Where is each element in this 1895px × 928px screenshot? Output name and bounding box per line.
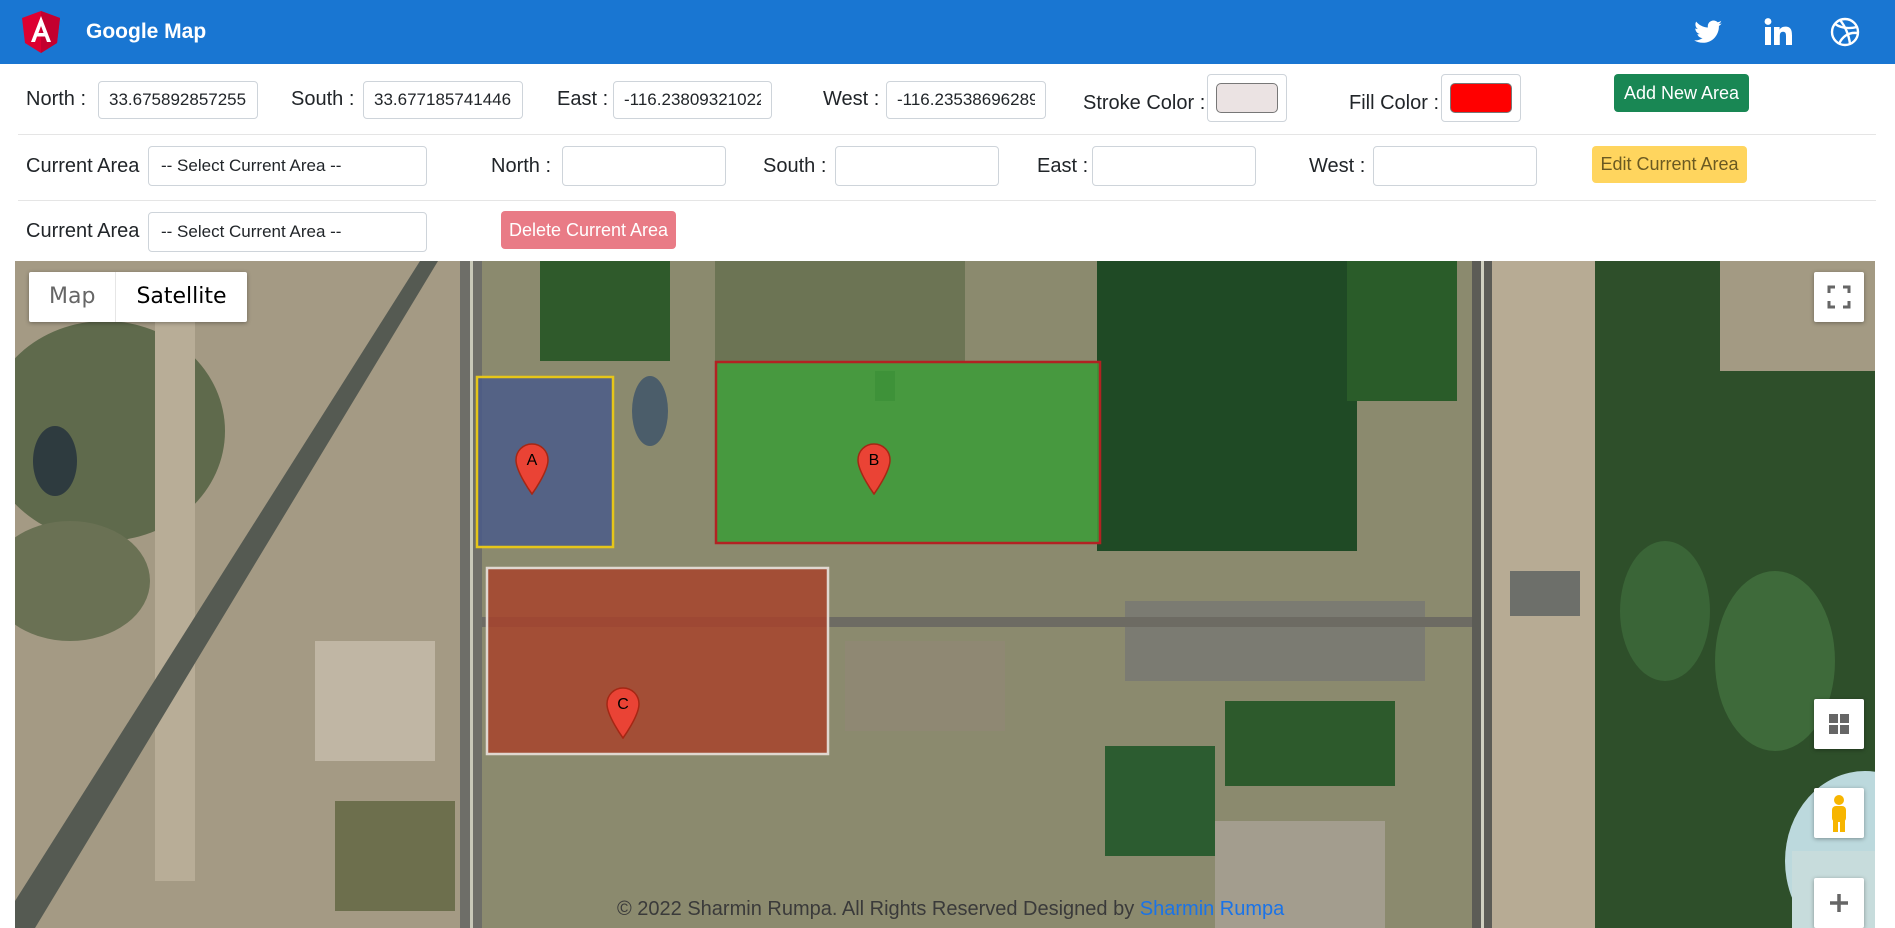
edit-current-area-button[interactable]: Edit Current Area (1592, 146, 1747, 183)
north-label: North : (26, 88, 87, 110)
brand-title[interactable]: Google Map (86, 0, 206, 64)
area-polygon-c[interactable] (485, 566, 830, 756)
zoom-in-button[interactable] (1814, 878, 1864, 928)
current-area-select-delete[interactable]: -- Select Current Area -- (148, 212, 427, 252)
divider (18, 134, 1876, 135)
fill-color-swatch (1450, 83, 1512, 113)
edit-west-input[interactable] (1373, 146, 1537, 186)
edit-east-input[interactable] (1092, 146, 1256, 186)
marker-c-label: C (617, 696, 629, 713)
east-label: East : (557, 88, 609, 110)
linkedin-icon[interactable] (1762, 16, 1794, 48)
south-label: South : (291, 88, 355, 110)
marker-a[interactable]: A (515, 443, 549, 495)
divider (18, 200, 1876, 201)
edit-east-label: East : (1037, 155, 1089, 177)
zoom-in-icon (1830, 894, 1848, 912)
stroke-color-picker[interactable] (1207, 74, 1287, 122)
fill-color-label: Fill Color : (1349, 92, 1440, 114)
footer-copyright: © 2022 Sharmin Rumpa. All Rights Reserve… (617, 898, 1284, 921)
map-type-control: Map Satellite (29, 272, 247, 322)
dribbble-icon[interactable] (1829, 16, 1861, 48)
south-input[interactable] (363, 81, 523, 119)
satellite-imagery (15, 261, 1875, 928)
west-input[interactable] (886, 81, 1046, 119)
footer-text: © 2022 Sharmin Rumpa. All Rights Reserve… (617, 898, 1135, 920)
east-input[interactable] (613, 81, 772, 119)
marker-b[interactable]: B (857, 443, 891, 495)
delete-current-area-button[interactable]: Delete Current Area (501, 211, 676, 249)
edit-north-input[interactable] (562, 146, 726, 186)
add-new-area-button[interactable]: Add New Area (1614, 74, 1749, 112)
stroke-color-label: Stroke Color : (1083, 92, 1206, 114)
area-polygon-b[interactable] (714, 360, 1102, 545)
marker-c[interactable]: C (606, 687, 640, 739)
fullscreen-button[interactable] (1814, 272, 1864, 322)
north-input[interactable] (98, 81, 258, 119)
pegman-icon (1832, 795, 1846, 832)
current-area-select-edit[interactable]: -- Select Current Area -- (148, 146, 427, 186)
fill-color-picker[interactable] (1441, 74, 1521, 122)
twitter-icon[interactable] (1692, 16, 1724, 48)
edit-south-label: South : (763, 155, 827, 177)
map-type-satellite-button[interactable]: Satellite (116, 272, 246, 322)
map-type-map-button[interactable]: Map (29, 272, 117, 322)
west-label: West : (823, 88, 880, 110)
stroke-color-swatch (1216, 83, 1278, 113)
layers-button[interactable] (1814, 699, 1864, 749)
edit-north-label: North : (491, 155, 552, 177)
edit-south-input[interactable] (835, 146, 999, 186)
marker-b-label: B (868, 452, 880, 469)
fullscreen-icon (1827, 285, 1851, 309)
street-view-button[interactable] (1814, 788, 1864, 838)
edit-west-label: West : (1309, 155, 1366, 177)
grid-icon (1829, 714, 1849, 734)
angular-logo-icon[interactable] (22, 11, 60, 53)
marker-a-label: A (526, 452, 538, 469)
footer-author-link[interactable]: Sharmin Rumpa (1140, 898, 1285, 920)
top-navbar: Google Map (0, 0, 1895, 64)
current-area-label: Current Area (26, 155, 140, 177)
current-area-label-delete: Current Area (26, 220, 140, 242)
google-map[interactable]: Map Satellite A B C (15, 261, 1875, 928)
